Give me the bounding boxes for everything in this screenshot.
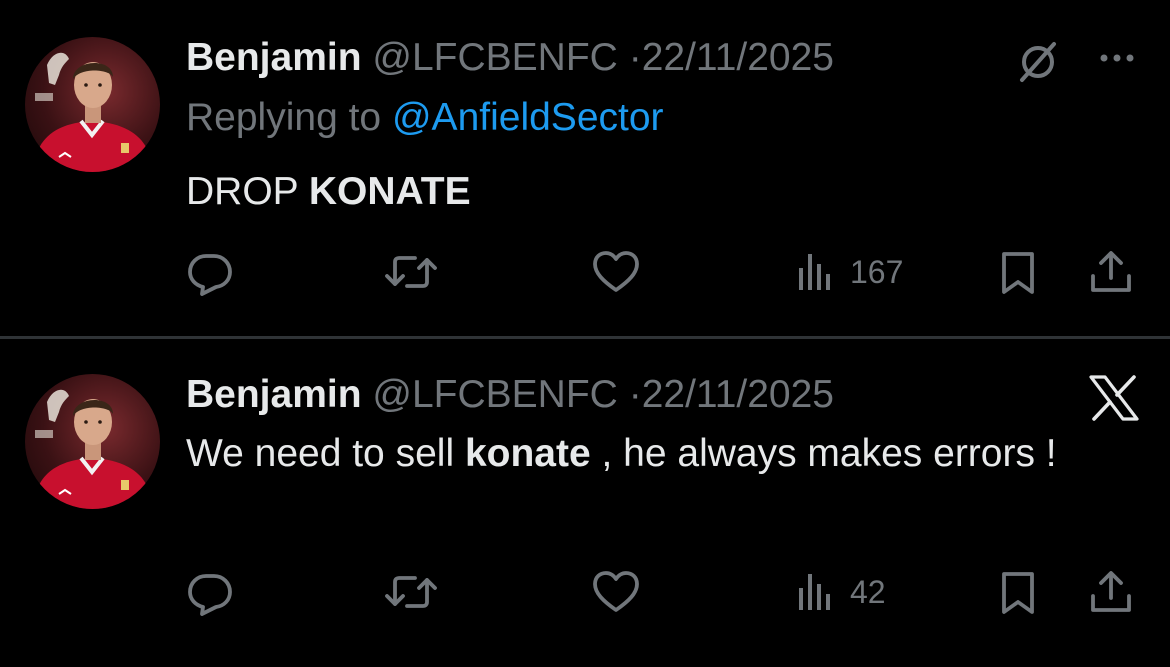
bookmark-button[interactable] [996, 244, 1040, 300]
avatar[interactable] [25, 374, 160, 509]
tweet-text-emphasis: konate [464, 432, 591, 475]
reply-icon [188, 574, 232, 616]
author-name[interactable]: Benjamin [186, 36, 362, 79]
separator: · [628, 373, 642, 416]
tweet[interactable]: Benjamin @LFCBENFC ·22/11/2025 We need t… [0, 339, 1170, 667]
share-button[interactable] [1087, 244, 1135, 300]
tweet-text: DROP KONATE [186, 162, 1086, 222]
tweet-text-start: We need to sell [186, 432, 455, 475]
author-name[interactable]: Benjamin [186, 373, 362, 416]
avatar-image [33, 389, 153, 509]
replying-to: Replying to @AnfieldSector [186, 95, 664, 141]
tweet-header: Benjamin @LFCBENFC ·22/11/2025 [186, 372, 834, 418]
avatar-image [33, 52, 153, 172]
retweet-button[interactable] [383, 564, 439, 620]
action-bar: 42 [0, 564, 1170, 620]
share-button[interactable] [1087, 564, 1135, 620]
tweet-text-start: DROP [186, 170, 298, 213]
bookmark-icon [1002, 252, 1034, 294]
tweet-text-emphasis: KONATE [308, 170, 471, 213]
x-logo-icon[interactable] [1086, 370, 1142, 426]
reply-button[interactable] [186, 564, 234, 620]
retweet-icon [385, 576, 437, 608]
avatar[interactable] [25, 37, 160, 172]
views-button[interactable]: 42 [796, 564, 886, 620]
views-icon [799, 574, 830, 610]
views-icon [799, 254, 830, 290]
views-count: 167 [850, 253, 904, 290]
like-button[interactable] [591, 244, 641, 300]
tweet-header: Benjamin @LFCBENFC ·22/11/2025 [186, 35, 834, 81]
author-handle[interactable]: @LFCBENFC [372, 36, 617, 79]
tweet-text-end: , he always makes errors ! [601, 432, 1057, 475]
replying-to-label: Replying to [186, 96, 382, 139]
retweet-button[interactable] [383, 244, 439, 300]
tweet-date[interactable]: 22/11/2025 [642, 36, 834, 79]
grok-icon[interactable] [1014, 38, 1062, 86]
like-button[interactable] [591, 564, 641, 620]
views-count: 42 [850, 573, 886, 610]
mention-link[interactable]: @AnfieldSector [392, 96, 664, 139]
views-button[interactable]: 167 [796, 244, 903, 300]
reply-icon [188, 254, 232, 296]
tweet-text: We need to sell konate , he always makes… [186, 424, 1086, 484]
tweet[interactable]: Benjamin @LFCBENFC ·22/11/2025 Replying … [0, 0, 1170, 336]
tweet-date[interactable]: 22/11/2025 [642, 373, 834, 416]
more-icon[interactable] [1092, 38, 1142, 78]
like-icon [593, 571, 639, 612]
author-handle[interactable]: @LFCBENFC [372, 373, 617, 416]
share-icon [1091, 251, 1131, 292]
bookmark-icon [1002, 572, 1034, 614]
like-icon [593, 251, 639, 292]
separator: · [628, 36, 642, 79]
bookmark-button[interactable] [996, 564, 1040, 620]
share-icon [1091, 571, 1131, 612]
reply-button[interactable] [186, 244, 234, 300]
retweet-icon [385, 256, 437, 288]
action-bar: 167 [0, 244, 1170, 300]
